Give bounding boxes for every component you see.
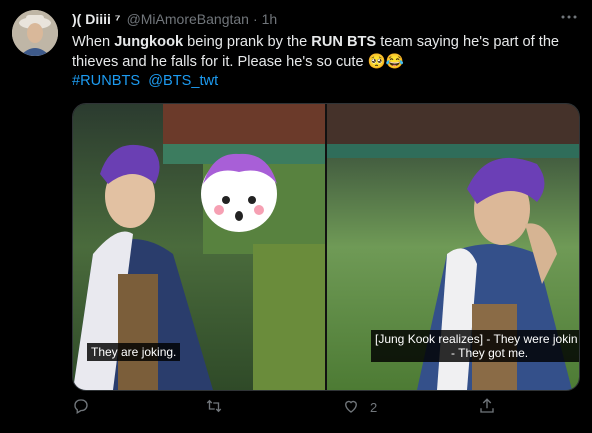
separator-dot: · [252, 11, 258, 27]
tweet-text-segment: being prank by the [183, 34, 312, 50]
tweet-tags: #RUNBTS @BTS_twt [72, 73, 222, 89]
right-caption: [Jung Kook realizes] - They were jokin -… [371, 330, 579, 362]
display-name[interactable]: )( Diiii ⁷ [72, 11, 121, 27]
retweet-icon [205, 397, 223, 418]
share-icon [478, 397, 496, 418]
tweet-media[interactable]: They are joking. [Jung Kook realizes] - … [72, 103, 580, 391]
tweet-text-body: When Jungkook being prank by the RUN BTS… [72, 34, 559, 70]
emoji: 🥺😂 [367, 53, 404, 70]
tweet-text-bold: Jungkook [114, 34, 184, 50]
retweet-button[interactable] [205, 397, 233, 418]
right-caption-line1: [Jung Kook realizes] - They were jokin [375, 332, 578, 346]
tweet-header: )( Diiii ⁷ @MiAmoreBangtan · 1h [72, 10, 277, 28]
user-handle[interactable]: @MiAmoreBangtan [127, 11, 249, 27]
mention-link[interactable]: @BTS_twt [148, 73, 218, 89]
media-image-right[interactable]: [Jung Kook realizes] - They were jokin -… [327, 104, 579, 390]
more-icon[interactable] [560, 8, 578, 26]
right-caption-line2: - They got me. [451, 346, 529, 360]
tweet-actions: 2 [72, 397, 578, 423]
like-button[interactable]: 2 [342, 397, 377, 418]
tweet-text-bold: RUN BTS [311, 34, 377, 50]
like-count: 2 [370, 400, 378, 415]
share-button[interactable] [478, 397, 506, 418]
reply-icon [72, 397, 90, 418]
left-caption: They are joking. [87, 343, 181, 361]
reply-button[interactable] [72, 397, 100, 418]
tweet-text: When Jungkook being prank by the RUN BTS… [72, 33, 580, 72]
hashtag-link[interactable]: #RUNBTS [72, 73, 140, 89]
tweet-text-segment: When [72, 34, 115, 50]
tweet-time[interactable]: 1h [262, 11, 278, 27]
media-image-left[interactable]: They are joking. [73, 104, 325, 390]
avatar[interactable] [12, 10, 58, 56]
like-icon [342, 397, 360, 418]
